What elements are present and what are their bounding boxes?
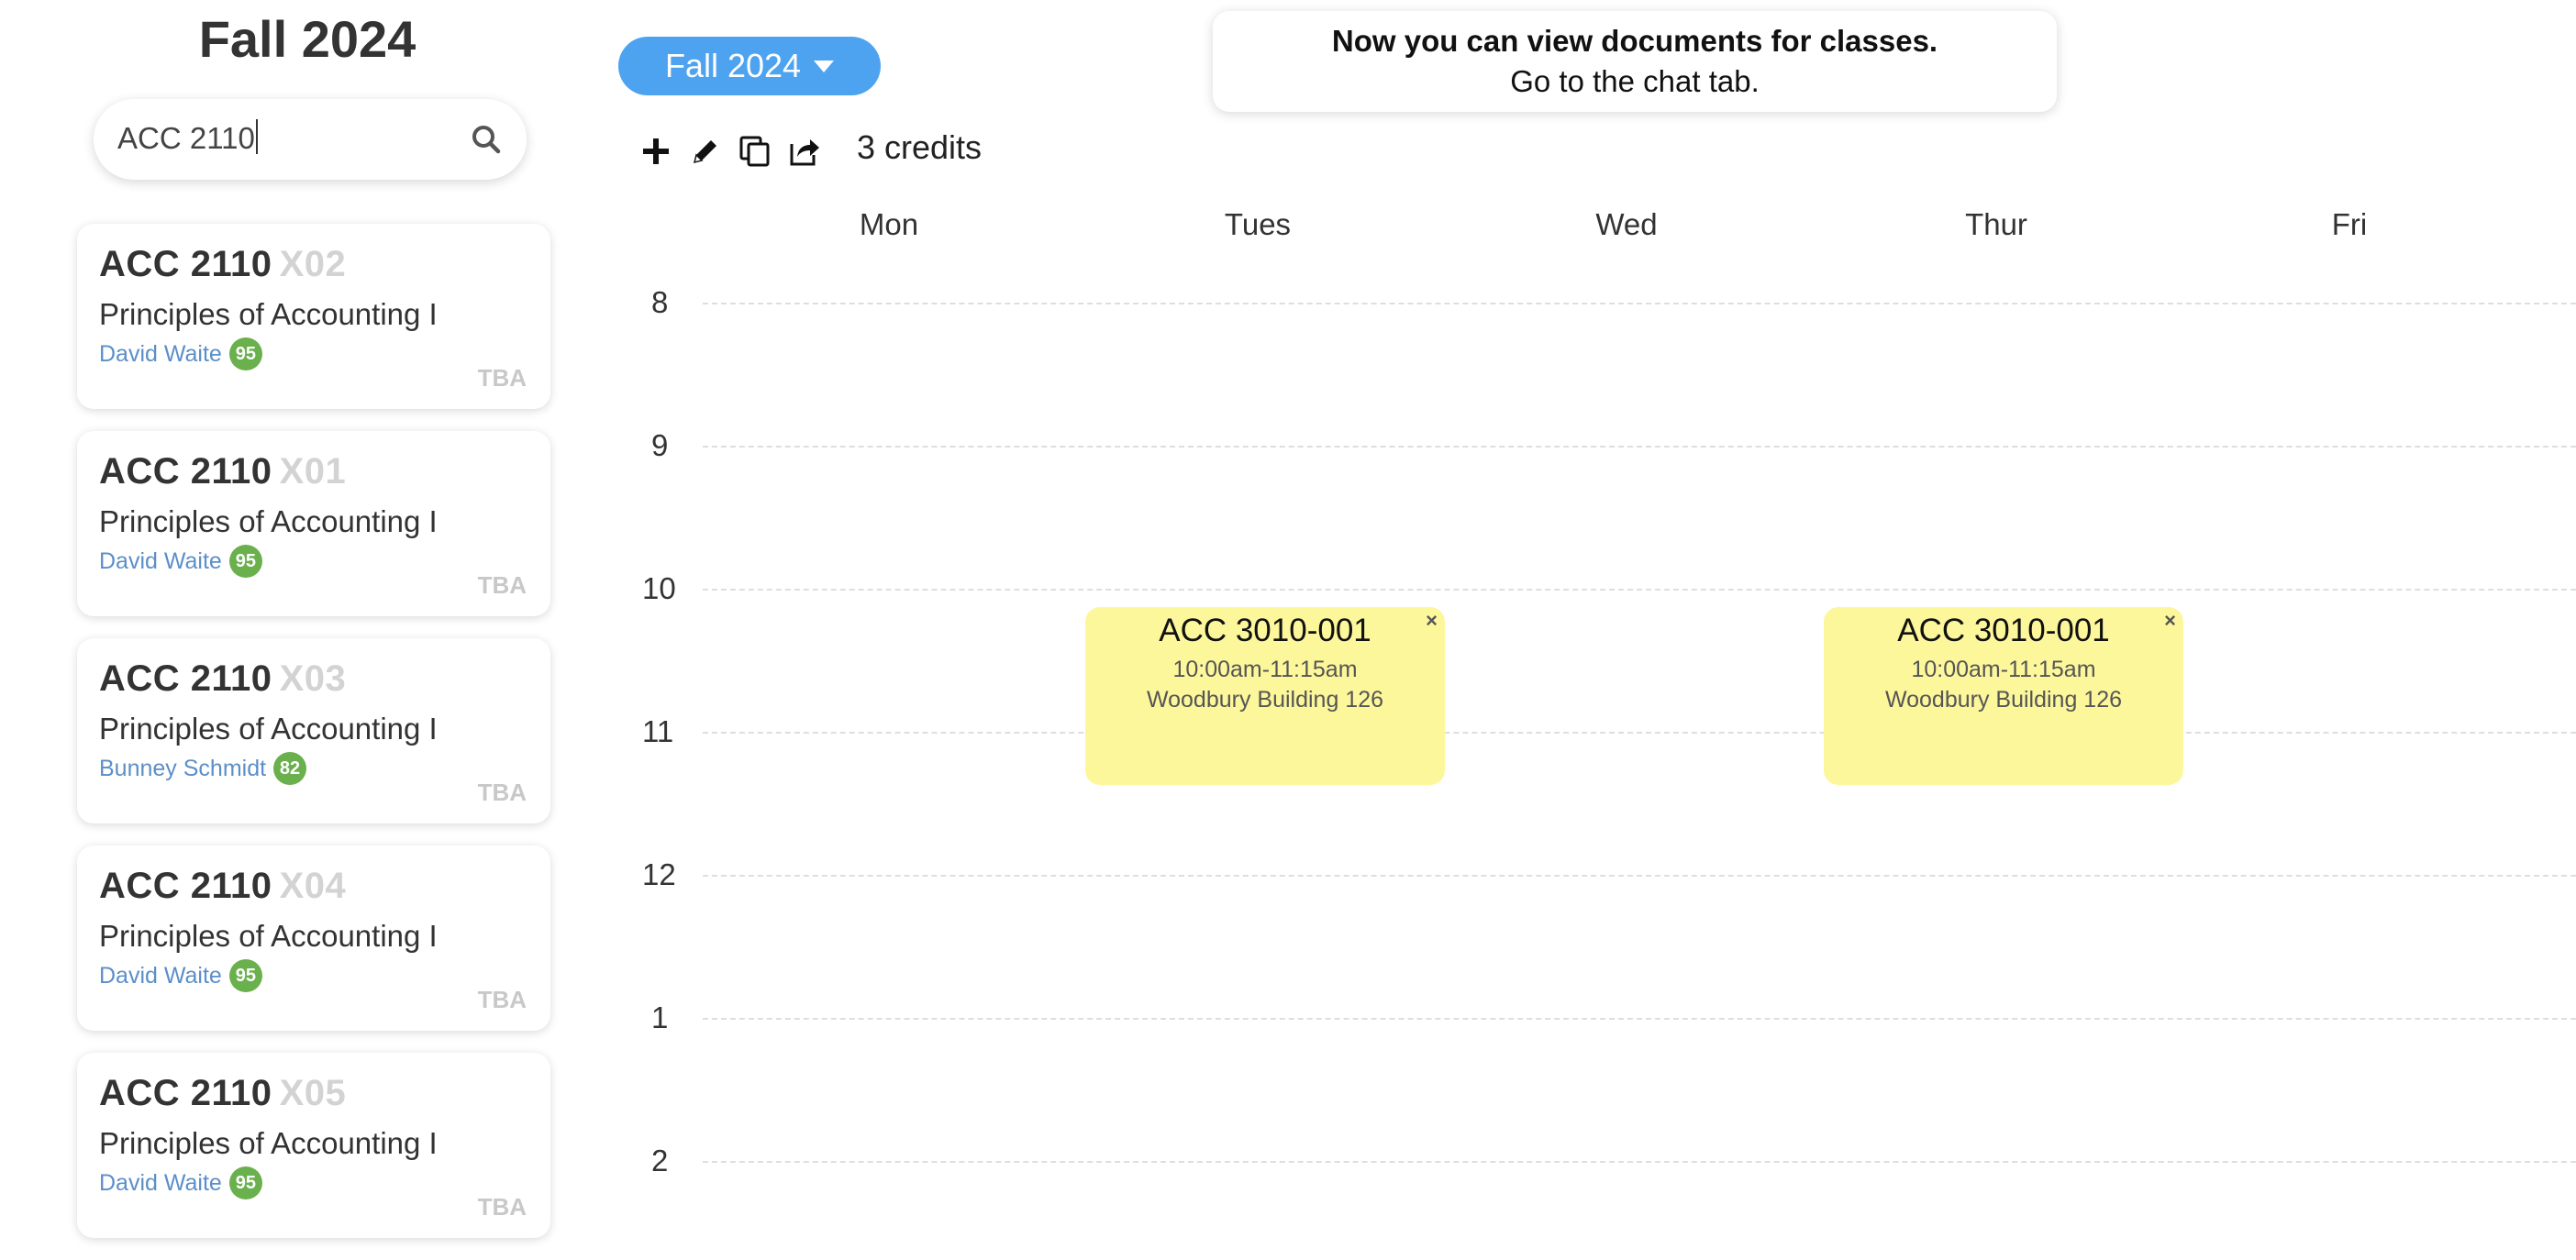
rating-badge: 95 — [228, 545, 262, 578]
course-name: Principles of Accounting I — [99, 297, 438, 331]
course-card[interactable]: ACC 2110 X03 Principles of Accounting I B… — [77, 638, 550, 823]
day-header-tues: Tues — [1224, 207, 1292, 241]
notice-banner: Now you can view documents for classes. … — [1213, 11, 2057, 112]
course-code: ACC 2110 X04 — [99, 866, 347, 906]
course-code: ACC 2110 X03 — [99, 658, 347, 699]
hour-gridline — [703, 732, 2576, 734]
course-code: ACC 2110 X02 — [99, 244, 347, 284]
course-instructor[interactable]: Bunney Schmidt 82 — [99, 752, 307, 785]
hour-gridline — [703, 1161, 2576, 1163]
credits-count: 3 credits — [857, 128, 983, 166]
day-header-wed: Wed — [1595, 207, 1658, 241]
hour-gridline — [703, 446, 2576, 448]
instructor-name[interactable]: David Waite — [99, 963, 222, 989]
copy-icon[interactable] — [736, 132, 774, 171]
course-card[interactable]: ACC 2110 X05 Principles of Accounting I D… — [77, 1053, 550, 1238]
calendar-event[interactable]: ACC 3010-001 10:00am-11:15am Woodbury Bu… — [1085, 607, 1445, 785]
course-section: X05 — [279, 1073, 347, 1113]
course-code: ACC 2110 X01 — [99, 451, 347, 492]
course-search-box[interactable]: ACC 2110 — [94, 99, 527, 180]
hour-label: 9 — [651, 428, 669, 462]
hour-label: 10 — [642, 571, 676, 605]
rating-badge: 95 — [228, 959, 262, 992]
hour-gridline — [703, 589, 2576, 591]
event-title: ACC 3010-001 — [1897, 613, 2110, 648]
course-section: X02 — [279, 244, 347, 284]
search-input-value: ACC 2110 — [117, 121, 255, 155]
notice-subline: Go to the chat tab. — [1510, 64, 1760, 98]
course-results-list: ACC 2110 X02 Principles of Accounting I D… — [77, 224, 550, 1260]
share-icon[interactable] — [785, 132, 824, 171]
course-code: ACC 2110 X05 — [99, 1073, 347, 1113]
course-time: TBA — [477, 364, 527, 392]
rating-badge: 95 — [228, 337, 262, 370]
hour-gridline — [703, 1018, 2576, 1020]
event-title: ACC 3010-001 — [1159, 613, 1371, 648]
instructor-name[interactable]: David Waite — [99, 341, 222, 368]
day-header-thur: Thur — [1965, 207, 2027, 241]
hour-label: 11 — [642, 714, 674, 748]
course-instructor[interactable]: David Waite 95 — [99, 337, 262, 370]
event-time: 10:00am-11:15am — [1172, 657, 1358, 682]
chevron-down-icon — [814, 60, 835, 72]
calendar-event[interactable]: ACC 3010-001 10:00am-11:15am Woodbury Bu… — [1824, 607, 2183, 785]
notice-headline: Now you can view documents for classes. — [1331, 24, 1938, 58]
course-instructor[interactable]: David Waite 95 — [99, 545, 262, 578]
day-header-fri: Fri — [2331, 207, 2368, 241]
search-icon[interactable] — [468, 121, 505, 158]
course-name: Principles of Accounting I — [99, 1126, 438, 1160]
course-time: TBA — [477, 571, 527, 599]
instructor-name[interactable]: David Waite — [99, 1170, 222, 1197]
course-time: TBA — [477, 1193, 527, 1221]
rating-badge: 95 — [228, 1166, 262, 1199]
course-section: X01 — [279, 451, 347, 492]
day-header-mon: Mon — [859, 207, 919, 241]
rating-badge: 82 — [273, 752, 307, 785]
event-location: Woodbury Building 126 — [1146, 687, 1384, 713]
sidebar-term-title: Fall 2024 — [198, 10, 416, 68]
course-card[interactable]: ACC 2110 X02 Principles of Accounting I D… — [77, 224, 550, 409]
course-name: Principles of Accounting I — [99, 712, 438, 746]
instructor-name[interactable]: David Waite — [99, 548, 222, 575]
schedule-toolbar — [637, 132, 824, 172]
course-section: X03 — [279, 658, 347, 699]
term-dropdown[interactable]: Fall 2024 — [618, 37, 881, 95]
course-instructor[interactable]: David Waite 95 — [99, 1166, 262, 1199]
hour-label: 2 — [651, 1144, 669, 1177]
course-time: TBA — [477, 986, 527, 1013]
course-name: Principles of Accounting I — [99, 919, 438, 953]
hour-gridline — [703, 303, 2576, 304]
hour-gridline — [703, 875, 2576, 877]
instructor-name[interactable]: Bunney Schmidt — [99, 756, 266, 782]
close-icon[interactable]: × — [1426, 609, 1438, 633]
course-time: TBA — [477, 779, 527, 806]
course-name: Principles of Accounting I — [99, 504, 438, 538]
hour-label: 12 — [642, 857, 676, 891]
term-dropdown-label: Fall 2024 — [664, 47, 802, 84]
hour-label: 1 — [651, 1000, 669, 1034]
course-card[interactable]: ACC 2110 X04 Principles of Accounting I D… — [77, 846, 550, 1031]
pencil-icon[interactable] — [686, 132, 725, 171]
text-caret — [255, 119, 258, 154]
search-input[interactable]: ACC 2110 — [117, 119, 258, 156]
event-time: 10:00am-11:15am — [1911, 657, 2096, 682]
course-section: X04 — [279, 866, 347, 906]
hour-label: 8 — [651, 285, 669, 319]
course-card[interactable]: ACC 2110 X01 Principles of Accounting I D… — [77, 431, 550, 616]
close-icon[interactable]: × — [2164, 609, 2176, 633]
event-location: Woodbury Building 126 — [1884, 687, 2123, 713]
course-instructor[interactable]: David Waite 95 — [99, 959, 262, 992]
plus-icon[interactable] — [637, 132, 675, 171]
